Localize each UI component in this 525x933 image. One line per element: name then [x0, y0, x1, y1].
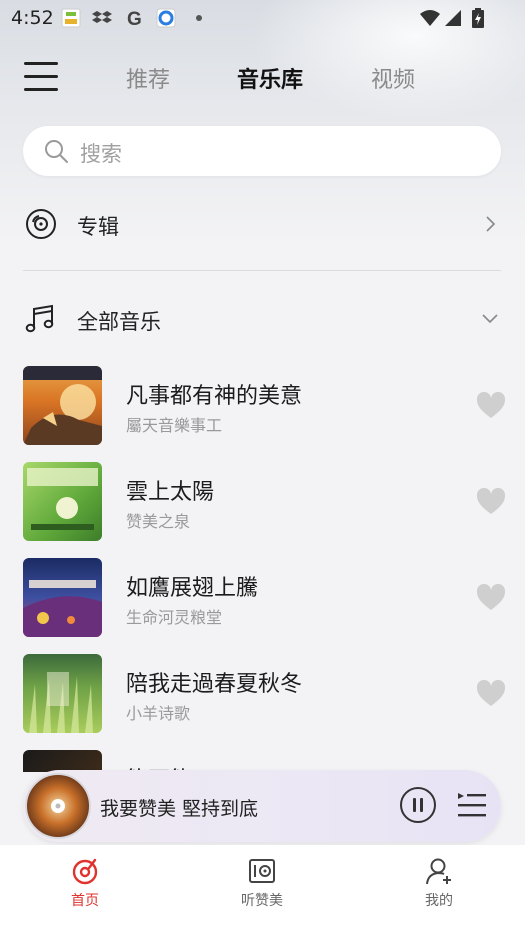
all-music-row[interactable]: 全部音乐	[0, 290, 525, 350]
song-artist: 屬天音樂事工	[126, 416, 223, 435]
song-title: 陪我走過春夏秋冬	[126, 672, 303, 697]
notification-dot	[196, 15, 202, 21]
playlist-icon[interactable]	[457, 792, 487, 820]
google-icon: G	[127, 9, 142, 28]
music-note-icon	[25, 304, 54, 333]
album-cover	[23, 654, 102, 733]
menu-button[interactable]	[24, 62, 58, 92]
browser-icon	[156, 8, 176, 28]
song-artist: 生命河灵粮堂	[126, 608, 223, 627]
album-row[interactable]: 专辑	[0, 195, 525, 255]
signal-icon	[445, 10, 461, 26]
nav-home[interactable]: 首页	[35, 857, 135, 917]
tab-video[interactable]: 视频	[371, 62, 415, 94]
mini-player[interactable]: 我要赞美 堅持到底	[23, 770, 501, 842]
wifi-icon	[420, 10, 440, 26]
nav-listen[interactable]: 听赞美	[212, 857, 312, 917]
album-row-label: 专辑	[77, 215, 119, 239]
all-music-row-label: 全部音乐	[77, 310, 161, 334]
list-item[interactable]: 能不能	[0, 748, 525, 772]
tab-recommend[interactable]: 推荐	[126, 62, 170, 94]
song-artist: 赞美之泉	[126, 512, 191, 531]
status-time: 4:52	[11, 7, 54, 29]
heart-icon[interactable]	[476, 584, 506, 612]
album-cover	[23, 462, 102, 541]
song-list: 凡事都有神的美意 屬天音樂事工 雲上太陽 赞美之泉 如鷹展翅上騰 生命河灵粮堂 …	[0, 362, 525, 772]
list-item[interactable]: 雲上太陽 赞美之泉	[0, 460, 525, 542]
user-icon	[426, 858, 451, 885]
pause-button[interactable]	[399, 786, 437, 824]
album-cover	[23, 366, 102, 445]
search-placeholder: 搜索	[80, 142, 122, 166]
nav-profile[interactable]: 我的	[389, 857, 489, 917]
search-icon	[45, 140, 68, 163]
svg-text:G: G	[127, 9, 142, 28]
status-bar: 4:52 G	[0, 0, 525, 36]
album-cover	[23, 750, 102, 772]
now-playing-disc	[25, 773, 91, 839]
song-title: 凡事都有神的美意	[126, 384, 303, 409]
chevron-down-icon[interactable]	[481, 309, 499, 327]
song-title: 如鷹展翅上騰	[126, 576, 259, 601]
heart-icon[interactable]	[476, 488, 506, 516]
list-item[interactable]: 如鷹展翅上騰 生命河灵粮堂	[0, 556, 525, 638]
radio-icon	[249, 859, 275, 883]
heart-icon[interactable]	[476, 392, 506, 420]
nav-home-label: 首页	[71, 893, 99, 909]
nav-profile-label: 我的	[425, 893, 453, 909]
battery-icon	[472, 8, 484, 28]
bottom-nav: 首页 听赞美 我的	[0, 845, 525, 933]
home-disc-icon	[72, 858, 98, 885]
song-title: 雲上太陽	[126, 480, 215, 505]
tab-music-library[interactable]: 音乐库	[237, 62, 303, 94]
top-nav: 推荐 音乐库 视频	[0, 52, 525, 102]
app-notification-icon	[61, 8, 81, 28]
list-item[interactable]: 凡事都有神的美意 屬天音樂事工	[0, 364, 525, 446]
now-playing-title: 我要赞美 堅持到底	[100, 798, 259, 820]
song-artist: 小羊诗歌	[126, 704, 191, 723]
search-input[interactable]: 搜索	[23, 126, 501, 176]
disc-icon	[26, 209, 56, 239]
album-cover	[23, 558, 102, 637]
divider	[23, 270, 501, 271]
nav-listen-label: 听赞美	[241, 893, 283, 909]
chevron-right-icon	[486, 216, 496, 232]
dropbox-icon	[92, 11, 112, 23]
heart-icon[interactable]	[476, 680, 506, 708]
list-item[interactable]: 陪我走過春夏秋冬 小羊诗歌	[0, 652, 525, 734]
